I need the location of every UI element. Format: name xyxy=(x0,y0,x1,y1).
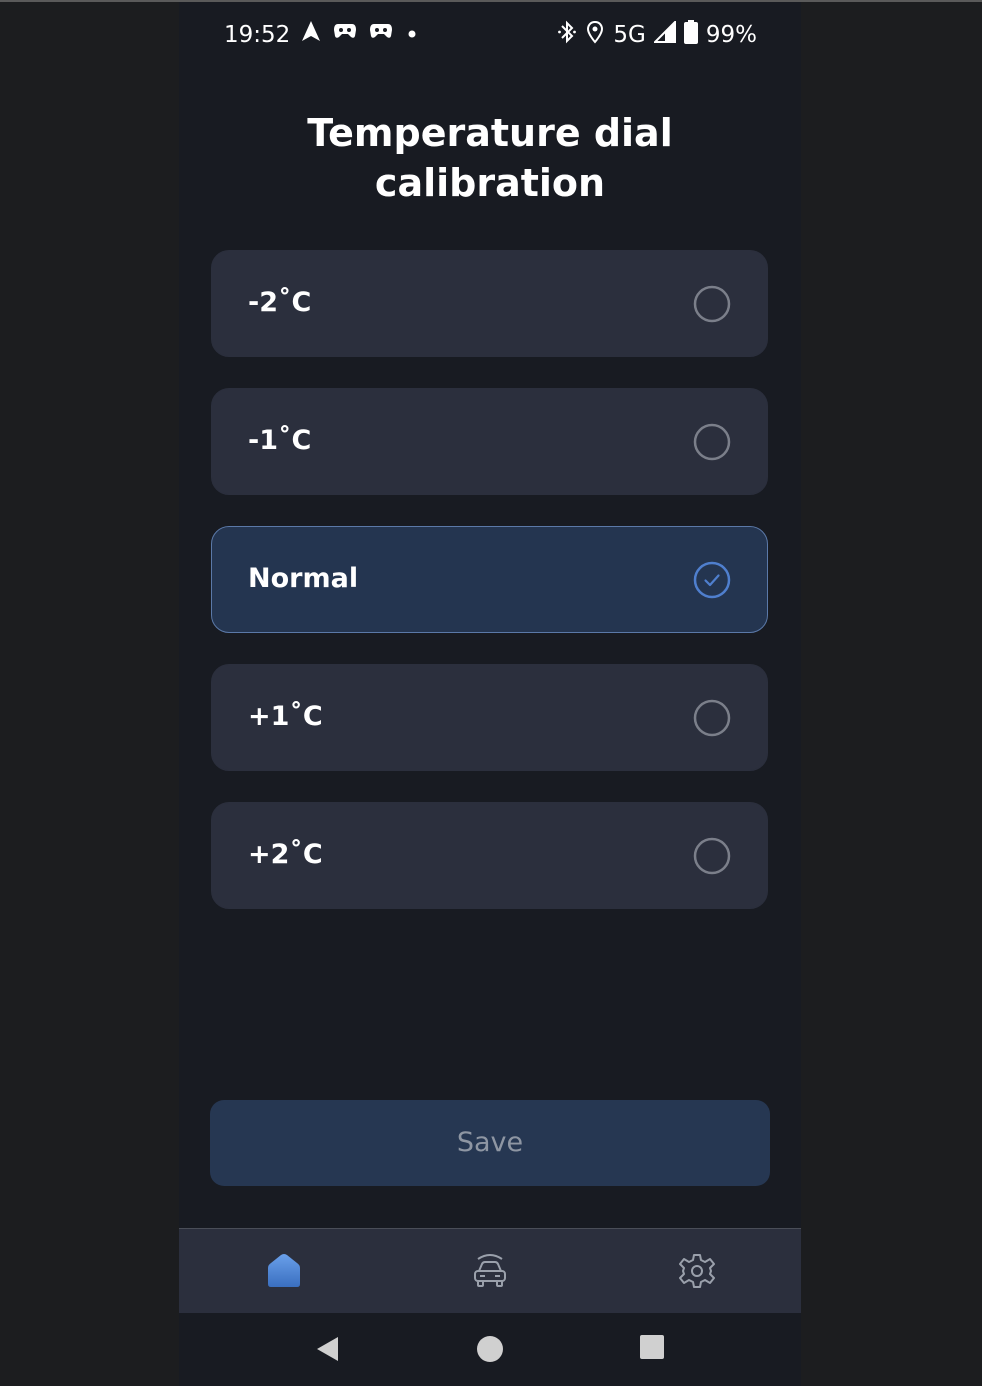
recents-square-icon[interactable] xyxy=(640,1335,664,1363)
home-circle-icon[interactable] xyxy=(476,1335,504,1367)
location-pin-icon xyxy=(585,20,605,50)
option-normal[interactable]: Normal xyxy=(211,526,768,633)
option-minus-1[interactable]: -1˚C xyxy=(211,388,768,495)
calibration-options: -2˚C -1˚C Normal +1˚C +2˚C xyxy=(211,250,768,940)
game-controller-icon xyxy=(369,21,393,47)
radio-unchecked-icon[interactable] xyxy=(693,285,731,323)
save-button[interactable]: Save xyxy=(210,1100,770,1186)
gear-icon[interactable] xyxy=(677,1251,717,1291)
signal-strength-icon xyxy=(652,19,676,49)
status-left-icons xyxy=(301,20,419,48)
network-type: 5G xyxy=(613,22,646,48)
phone-screen: 19:52 5G 99% Temperature dial calibratio… xyxy=(179,2,801,1386)
option-minus-2[interactable]: -2˚C xyxy=(211,250,768,357)
option-label: Normal xyxy=(248,563,359,594)
battery-percent: 99% xyxy=(705,22,757,48)
radio-unchecked-icon[interactable] xyxy=(693,423,731,461)
game-controller-icon xyxy=(333,21,357,47)
home-icon[interactable] xyxy=(264,1251,304,1291)
car-icon[interactable] xyxy=(470,1251,510,1291)
option-label: -2˚C xyxy=(248,287,312,318)
status-bar: 19:52 5G 99% xyxy=(179,2,801,72)
notification-dot-icon xyxy=(405,21,419,47)
option-plus-1[interactable]: +1˚C xyxy=(211,664,768,771)
status-time: 19:52 xyxy=(224,22,291,48)
option-label: +1˚C xyxy=(248,701,323,732)
navigation-arrow-icon xyxy=(301,20,321,48)
option-plus-2[interactable]: +2˚C xyxy=(211,802,768,909)
option-label: +2˚C xyxy=(248,839,323,870)
option-label: -1˚C xyxy=(248,425,312,456)
radio-unchecked-icon[interactable] xyxy=(693,699,731,737)
battery-icon xyxy=(683,20,698,50)
status-right-icons: 5G 99% xyxy=(557,19,757,50)
radio-unchecked-icon[interactable] xyxy=(693,837,731,875)
bottom-nav xyxy=(179,1228,801,1314)
page-title: Temperature dial calibration xyxy=(307,111,673,205)
back-triangle-icon[interactable] xyxy=(314,1335,340,1367)
bluetooth-icon xyxy=(557,20,577,50)
radio-checked-icon[interactable] xyxy=(693,561,731,599)
system-navigation-bar xyxy=(179,1313,801,1386)
